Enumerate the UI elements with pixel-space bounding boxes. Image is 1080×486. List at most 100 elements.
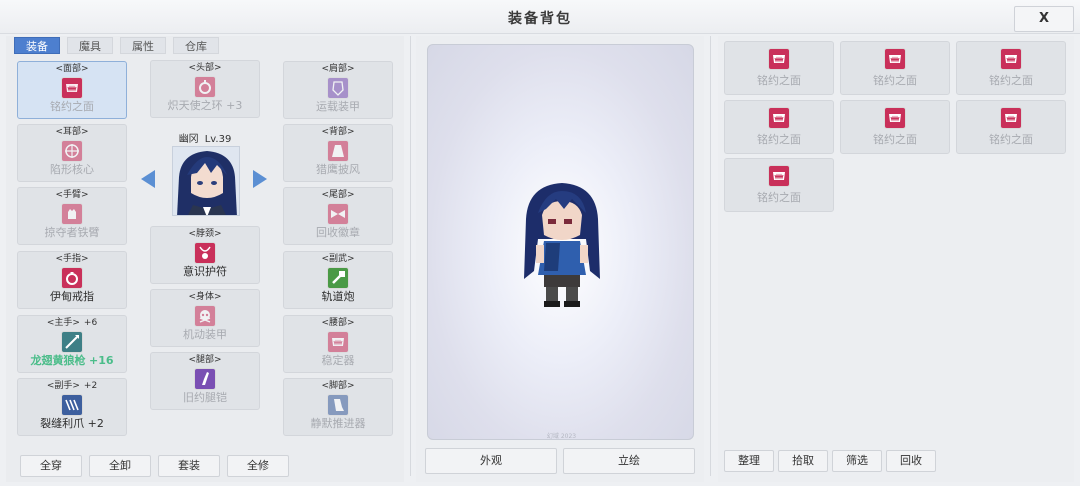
slot-arm[interactable]: <手臂> 掠夺者铁臂 (17, 187, 127, 245)
mask-fangs-icon (884, 107, 906, 129)
slot-category: <肩部> (321, 64, 355, 74)
mask-fangs-icon (61, 77, 83, 99)
inventory-item[interactable]: 铭约之面 (724, 158, 834, 212)
tab-attributes[interactable]: 属性 (120, 37, 166, 54)
inventory-item-name: 铭约之面 (757, 191, 801, 204)
slot-category: <背部> (321, 127, 355, 137)
slot-item-name: 意识护符 (183, 265, 227, 278)
amulet-icon (194, 242, 216, 264)
slot-neck[interactable]: <脖颈> 意识护符 (150, 226, 260, 284)
inventory-item-name: 铭约之面 (873, 133, 917, 146)
slot-item-name: 运载装甲 (316, 100, 360, 113)
previous-character-arrow-icon[interactable] (141, 170, 155, 188)
character-info: 幽冈 Lv.39 (150, 130, 260, 145)
slot-off-hand[interactable]: <副手> +2 裂缝利爪 +2 (17, 378, 127, 436)
sort-button[interactable]: 整理 (724, 450, 774, 472)
preview-watermark: 幻域 2023 (546, 433, 577, 440)
outfit-button[interactable]: 套装 (158, 455, 220, 477)
next-character-arrow-icon[interactable] (253, 170, 267, 188)
slot-back[interactable]: <背部> 猎鹰披风 (283, 124, 393, 182)
slot-category: <脚部> (321, 381, 355, 391)
slot-ear[interactable]: <耳部> 陷形核心 (17, 124, 127, 182)
inventory-item-name: 铭约之面 (989, 74, 1033, 87)
pickup-button[interactable]: 拾取 (778, 450, 828, 472)
slot-item-name: 裂缝利爪 +2 (40, 417, 104, 430)
mask-fangs-icon (1000, 48, 1022, 70)
slot-category: <主手> +6 (46, 318, 98, 328)
window-title: 装备背包 (508, 11, 572, 27)
repair-all-button[interactable]: 全修 (227, 455, 289, 477)
claw-icon (61, 394, 83, 416)
tab-warehouse[interactable]: 仓库 (173, 37, 219, 54)
inventory-item[interactable]: 铭约之面 (724, 41, 834, 95)
character-level: Lv.39 (204, 134, 232, 145)
slot-category: <面部> (55, 64, 89, 74)
character-sprite (524, 183, 600, 307)
gauntlet-icon (61, 203, 83, 225)
mask-fangs-icon (768, 107, 790, 129)
character-name: 幽冈 (178, 134, 199, 145)
rail-gun-icon (327, 267, 349, 289)
mask-fangs-icon (768, 48, 790, 70)
divider (410, 36, 411, 476)
slot-category: <手臂> (55, 190, 89, 200)
slot-category: <手指> (55, 254, 89, 264)
inventory-item-name: 铭约之面 (873, 74, 917, 87)
slot-category: <腿部> (188, 355, 222, 365)
slot-body[interactable]: <身体> 机动装甲 (150, 289, 260, 347)
inventory-item[interactable]: 铭约之面 (956, 100, 1066, 154)
filter-button[interactable]: 筛选 (832, 450, 882, 472)
slot-sub-weapon[interactable]: <副武> 轨道炮 (283, 251, 393, 309)
slot-item-name: 稳定器 (321, 354, 355, 367)
inventory-item[interactable]: 铭约之面 (724, 100, 834, 154)
tab-equipment[interactable]: 装备 (14, 37, 60, 54)
appearance-button[interactable]: 外观 (425, 448, 557, 474)
ring-icon (61, 267, 83, 289)
close-button[interactable]: X (1014, 6, 1074, 32)
slot-item-name: 炽天使之环 +3 (167, 99, 243, 112)
slot-category: <头部> (188, 63, 222, 73)
slot-item-name: 回收徽章 (316, 226, 360, 239)
slot-feet[interactable]: <脚部> 静默推进器 (283, 378, 393, 436)
slot-face[interactable]: <面部> 铭约之面 (17, 61, 127, 119)
character-preview: 幻域 2023 (427, 44, 694, 440)
stabilizer-icon (327, 331, 349, 353)
bow-badge-icon (327, 203, 349, 225)
inventory-item[interactable]: 铭约之面 (840, 41, 950, 95)
slot-category: <身体> (188, 292, 222, 302)
character-portrait (172, 146, 240, 216)
portrait-button[interactable]: 立绘 (563, 448, 695, 474)
slot-head[interactable]: <头部> 炽天使之环 +3 (150, 60, 260, 118)
slot-tail[interactable]: <尾部> 回收徽章 (283, 187, 393, 245)
slot-item-name: 陷形核心 (50, 163, 94, 176)
slot-category: <副手> +2 (46, 381, 98, 391)
equip-all-button[interactable]: 全穿 (20, 455, 82, 477)
leg-armor-icon (194, 368, 216, 390)
slot-item-name: 静默推进器 (310, 417, 366, 430)
spear-icon (61, 331, 83, 353)
slot-item-name: 机动装甲 (183, 328, 227, 341)
skull-armor-icon (194, 305, 216, 327)
inventory-item-name: 铭约之面 (757, 133, 801, 146)
unequip-all-button[interactable]: 全卸 (89, 455, 151, 477)
slot-item-name: 伊甸戒指 (50, 290, 94, 303)
inventory-item-name: 铭约之面 (989, 133, 1033, 146)
recycle-button[interactable]: 回收 (886, 450, 936, 472)
inventory-item[interactable]: 铭约之面 (840, 100, 950, 154)
slot-leg[interactable]: <腿部> 旧约腿铠 (150, 352, 260, 410)
slot-item-name: 轨道炮 (321, 290, 355, 303)
inventory-item-name: 铭约之面 (757, 74, 801, 87)
slot-category: <耳部> (55, 127, 89, 137)
tab-magic-tools[interactable]: 魔具 (67, 37, 113, 54)
slot-main-hand[interactable]: <主手> +6 龙翅黄狼枪 +16 (17, 315, 127, 373)
slot-waist[interactable]: <腰部> 稳定器 (283, 315, 393, 373)
target-core-icon (61, 140, 83, 162)
slot-item-name: 猎鹰披风 (316, 163, 360, 176)
slot-shoulder[interactable]: <肩部> 运载装甲 (283, 61, 393, 119)
slot-finger[interactable]: <手指> 伊甸戒指 (17, 251, 127, 309)
mask-fangs-icon (768, 165, 790, 187)
cape-icon (327, 140, 349, 162)
inventory-item[interactable]: 铭约之面 (956, 41, 1066, 95)
slot-item-name: 铭约之面 (50, 100, 94, 113)
halo-icon (194, 76, 216, 98)
